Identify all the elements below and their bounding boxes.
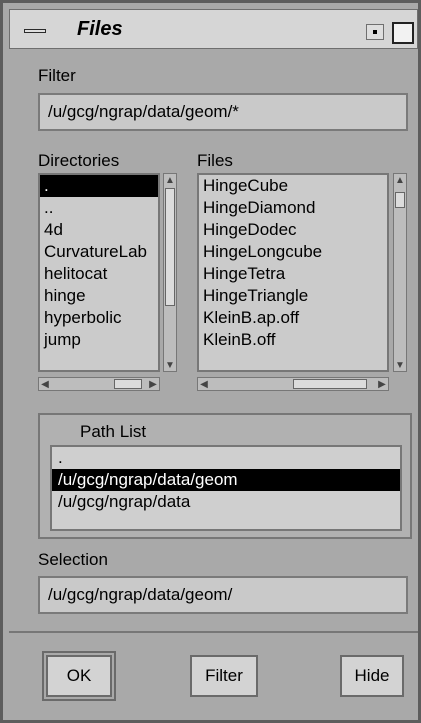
directory-item[interactable]: hyperbolic <box>40 307 158 329</box>
path-item[interactable]: /u/gcg/ngrap/data <box>52 491 400 513</box>
scroll-down-icon[interactable]: ▼ <box>394 359 406 371</box>
files-dialog: Files Filter /u/gcg/ngrap/data/geom/* Di… <box>0 0 421 723</box>
filter-button[interactable]: Filter <box>190 655 258 697</box>
path-item[interactable]: /u/gcg/ngrap/data/geom <box>52 469 400 491</box>
files-hscroll-thumb[interactable] <box>293 379 367 389</box>
file-item[interactable]: HingeTetra <box>199 263 387 285</box>
files-scroll-thumb[interactable] <box>395 192 405 208</box>
path-list-label: Path List <box>80 422 147 441</box>
scroll-up-icon[interactable]: ▲ <box>394 174 406 186</box>
directory-item[interactable]: hinge <box>40 285 158 307</box>
filter-label: Filter <box>38 66 76 85</box>
separator <box>9 631 418 633</box>
files-vertical-scrollbar[interactable]: ▲ ▼ <box>393 173 407 372</box>
file-item[interactable]: HingeDodec <box>199 219 387 241</box>
title-bar[interactable]: Files <box>9 9 418 49</box>
window-title: Files <box>77 18 123 40</box>
filter-field[interactable]: /u/gcg/ngrap/data/geom/* <box>38 93 408 131</box>
directory-item[interactable]: . <box>40 175 158 197</box>
minimize-button[interactable] <box>366 24 384 40</box>
ok-button[interactable]: OK <box>46 655 112 697</box>
file-item[interactable]: KleinB.off <box>199 329 387 351</box>
selection-field[interactable]: /u/gcg/ngrap/data/geom/ <box>38 576 408 614</box>
window-menu-icon <box>24 29 46 33</box>
path-list[interactable]: . /u/gcg/ngrap/data/geom /u/gcg/ngrap/da… <box>50 445 402 531</box>
scroll-left-icon[interactable]: ◀ <box>39 378 51 390</box>
directory-item[interactable]: jump <box>40 329 158 351</box>
directories-hscroll-thumb[interactable] <box>114 379 142 389</box>
minimize-icon <box>373 30 377 34</box>
directories-scroll-thumb[interactable] <box>165 188 175 306</box>
file-item[interactable]: HingeTriangle <box>199 285 387 307</box>
scroll-right-icon[interactable]: ▶ <box>376 378 388 390</box>
scroll-up-icon[interactable]: ▲ <box>164 174 176 186</box>
maximize-button[interactable] <box>392 22 414 44</box>
file-item[interactable]: HingeCube <box>199 175 387 197</box>
directory-item[interactable]: 4d <box>40 219 158 241</box>
hide-button[interactable]: Hide <box>340 655 404 697</box>
directories-vertical-scrollbar[interactable]: ▲ ▼ <box>163 173 177 372</box>
directories-list[interactable]: . .. 4d CurvatureLab helitocat hinge hyp… <box>38 173 160 372</box>
window-menu-button[interactable] <box>20 20 50 42</box>
directory-item[interactable]: CurvatureLab <box>40 241 158 263</box>
path-list-panel: Path List . /u/gcg/ngrap/data/geom /u/gc… <box>38 413 412 539</box>
files-horizontal-scrollbar[interactable]: ◀ ▶ <box>197 377 389 391</box>
selection-label: Selection <box>38 550 108 569</box>
path-item[interactable]: . <box>52 447 400 469</box>
scroll-left-icon[interactable]: ◀ <box>198 378 210 390</box>
directory-item[interactable]: .. <box>40 197 158 219</box>
scroll-down-icon[interactable]: ▼ <box>164 359 176 371</box>
directories-horizontal-scrollbar[interactable]: ◀ ▶ <box>38 377 160 391</box>
file-item[interactable]: KleinB.ap.off <box>199 307 387 329</box>
directory-item[interactable]: helitocat <box>40 263 158 285</box>
file-item[interactable]: HingeLongcube <box>199 241 387 263</box>
files-list[interactable]: HingeCube HingeDiamond HingeDodec HingeL… <box>197 173 389 372</box>
scroll-right-icon[interactable]: ▶ <box>147 378 159 390</box>
file-item[interactable]: HingeDiamond <box>199 197 387 219</box>
directories-label: Directories <box>38 151 120 170</box>
files-label: Files <box>197 151 233 170</box>
